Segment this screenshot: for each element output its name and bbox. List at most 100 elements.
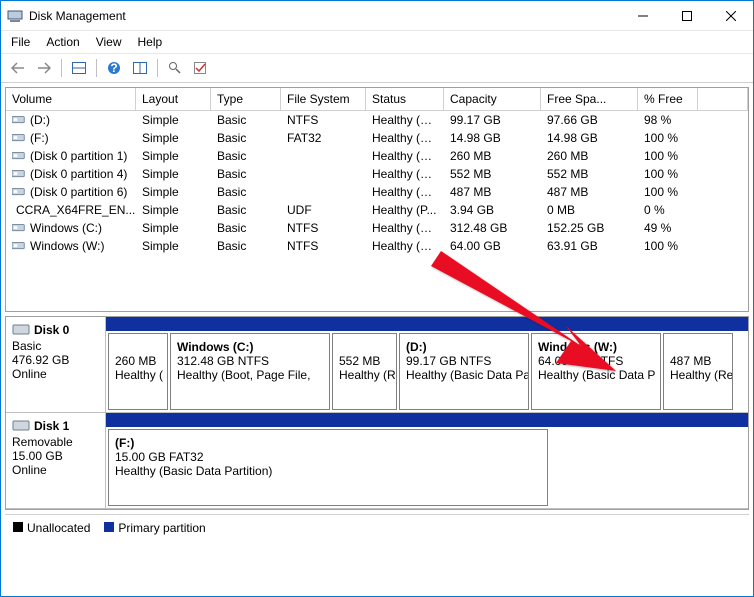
cell-type: Basic xyxy=(211,112,281,128)
cell-pct: 100 % xyxy=(638,238,698,254)
cell-capacity: 64.00 GB xyxy=(444,238,541,254)
cell-capacity: 99.17 GB xyxy=(444,112,541,128)
cell-type: Basic xyxy=(211,184,281,200)
cell-pct: 100 % xyxy=(638,166,698,182)
svg-text:?: ? xyxy=(110,61,117,75)
volume-row[interactable]: (D:)SimpleBasicNTFSHealthy (B...99.17 GB… xyxy=(6,111,748,129)
cell-type: Basic xyxy=(211,220,281,236)
partition[interactable]: Windows (C:)312.48 GB NTFSHealthy (Boot,… xyxy=(170,333,330,410)
partition[interactable]: 552 MBHealthy (R xyxy=(332,333,397,410)
forward-button[interactable] xyxy=(33,57,55,79)
titlebar: Disk Management xyxy=(1,1,753,31)
partition-status: Healthy (R xyxy=(339,368,390,382)
cell-layout: Simple xyxy=(136,184,211,200)
cell-layout: Simple xyxy=(136,166,211,182)
col-pct[interactable]: % Free xyxy=(638,88,698,110)
disk-row: Disk 0Basic476.92 GBOnline 260 MBHealthy… xyxy=(6,317,748,413)
partition-size: 552 MB xyxy=(339,354,390,368)
menu-action[interactable]: Action xyxy=(46,35,79,49)
cell-free: 260 MB xyxy=(541,148,638,164)
search-icon[interactable] xyxy=(164,57,186,79)
partition-title: Windows (C:) xyxy=(177,340,323,354)
partition-status: Healthy ( xyxy=(115,368,161,382)
volume-name: Windows (W:) xyxy=(30,239,104,253)
partition-title: (F:) xyxy=(115,436,541,450)
volume-name: (Disk 0 partition 1) xyxy=(30,149,127,163)
volume-row[interactable]: (F:)SimpleBasicFAT32Healthy (B...14.98 G… xyxy=(6,129,748,147)
volume-row[interactable]: (Disk 0 partition 4) SimpleBasic Healthy (… xyxy=(6,165,748,183)
check-icon[interactable] xyxy=(190,57,212,79)
partition[interactable]: Windows (W:)64.00 GB NTFSHealthy (Basic … xyxy=(531,333,661,410)
col-type[interactable]: Type xyxy=(211,88,281,110)
volume-row[interactable]: CCRA_X64FRE_EN...SimpleBasicUDFHealthy (… xyxy=(6,201,748,219)
cell-free: 152.25 GB xyxy=(541,220,638,236)
col-free[interactable]: Free Spa... xyxy=(541,88,638,110)
cell-pct: 98 % xyxy=(638,112,698,128)
close-button[interactable] xyxy=(709,1,753,30)
cell-layout: Simple xyxy=(136,148,211,164)
col-status[interactable]: Status xyxy=(366,88,444,110)
partition[interactable]: 260 MBHealthy ( xyxy=(108,333,168,410)
menu-view[interactable]: View xyxy=(96,35,122,49)
cell-layout: Simple xyxy=(136,238,211,254)
cell-capacity: 312.48 GB xyxy=(444,220,541,236)
cell-status: Healthy (B... xyxy=(366,238,444,254)
disk-stripe xyxy=(106,413,748,427)
partition-size: 15.00 GB FAT32 xyxy=(115,450,541,464)
back-button[interactable] xyxy=(7,57,29,79)
volume-row[interactable]: (Disk 0 partition 6) SimpleBasic Healthy (… xyxy=(6,183,748,201)
panel-icon[interactable] xyxy=(68,57,90,79)
cell-fs: NTFS xyxy=(281,112,366,128)
volume-name: (Disk 0 partition 4) xyxy=(30,167,127,181)
menubar: File Action View Help xyxy=(1,31,753,54)
col-volume[interactable]: Volume xyxy=(6,88,136,110)
panel2-icon[interactable] xyxy=(129,57,151,79)
partition-title: (D:) xyxy=(406,340,522,354)
partition-status: Healthy (Boot, Page File, xyxy=(177,368,323,382)
cell-free: 14.98 GB xyxy=(541,130,638,146)
cell-fs xyxy=(281,184,366,200)
cell-pct: 100 % xyxy=(638,184,698,200)
col-fs[interactable]: File System xyxy=(281,88,366,110)
volume-header: Volume Layout Type File System Status Ca… xyxy=(6,88,748,111)
partition[interactable]: (D:)99.17 GB NTFSHealthy (Basic Data Pa xyxy=(399,333,529,410)
cell-status: Healthy (B... xyxy=(366,220,444,236)
disk-info[interactable]: Disk 0Basic476.92 GBOnline xyxy=(6,317,106,412)
volume-row[interactable]: (Disk 0 partition 1)SimpleBasicHealthy (… xyxy=(6,147,748,165)
volume-name: (Disk 0 partition 6) xyxy=(30,185,127,199)
disk-map: Disk 0Basic476.92 GBOnline 260 MBHealthy… xyxy=(5,316,749,510)
cell-status: Healthy (R... xyxy=(366,184,444,200)
disk-size: 476.92 GB xyxy=(12,353,99,367)
cell-type: Basic xyxy=(211,166,281,182)
cell-status: Healthy (B... xyxy=(366,130,444,146)
disk-info[interactable]: Disk 1Removable15.00 GBOnline xyxy=(6,413,106,508)
cell-status: Healthy (P... xyxy=(366,202,444,218)
col-capacity[interactable]: Capacity xyxy=(444,88,541,110)
volume-row[interactable]: Windows (C:)SimpleBasicNTFSHealthy (B...… xyxy=(6,219,748,237)
partition-size: 312.48 GB NTFS xyxy=(177,354,323,368)
cell-free: 552 MB xyxy=(541,166,638,182)
partition[interactable]: (F:)15.00 GB FAT32Healthy (Basic Data Pa… xyxy=(108,429,548,506)
window-title: Disk Management xyxy=(29,9,621,23)
partition-size: 64.00 GB NTFS xyxy=(538,354,654,368)
volume-name: (F:) xyxy=(30,131,49,145)
help-icon[interactable]: ? xyxy=(103,57,125,79)
menu-file[interactable]: File xyxy=(11,35,30,49)
cell-fs xyxy=(281,166,366,182)
volume-list[interactable]: Volume Layout Type File System Status Ca… xyxy=(5,87,749,312)
cell-layout: Simple xyxy=(136,112,211,128)
partition[interactable]: 487 MBHealthy (Re xyxy=(663,333,733,410)
cell-free: 487 MB xyxy=(541,184,638,200)
disk-icon xyxy=(12,419,30,433)
cell-type: Basic xyxy=(211,238,281,254)
volume-row[interactable]: Windows (W:)SimpleBasicNTFSHealthy (B...… xyxy=(6,237,748,255)
col-layout[interactable]: Layout xyxy=(136,88,211,110)
partition-status: Healthy (Basic Data P xyxy=(538,368,654,382)
cell-type: Basic xyxy=(211,148,281,164)
maximize-button[interactable] xyxy=(665,1,709,30)
minimize-button[interactable] xyxy=(621,1,665,30)
menu-help[interactable]: Help xyxy=(138,35,163,49)
cell-pct: 100 % xyxy=(638,130,698,146)
disk-status: Online xyxy=(12,463,99,477)
cell-status: Healthy (R... xyxy=(366,166,444,182)
